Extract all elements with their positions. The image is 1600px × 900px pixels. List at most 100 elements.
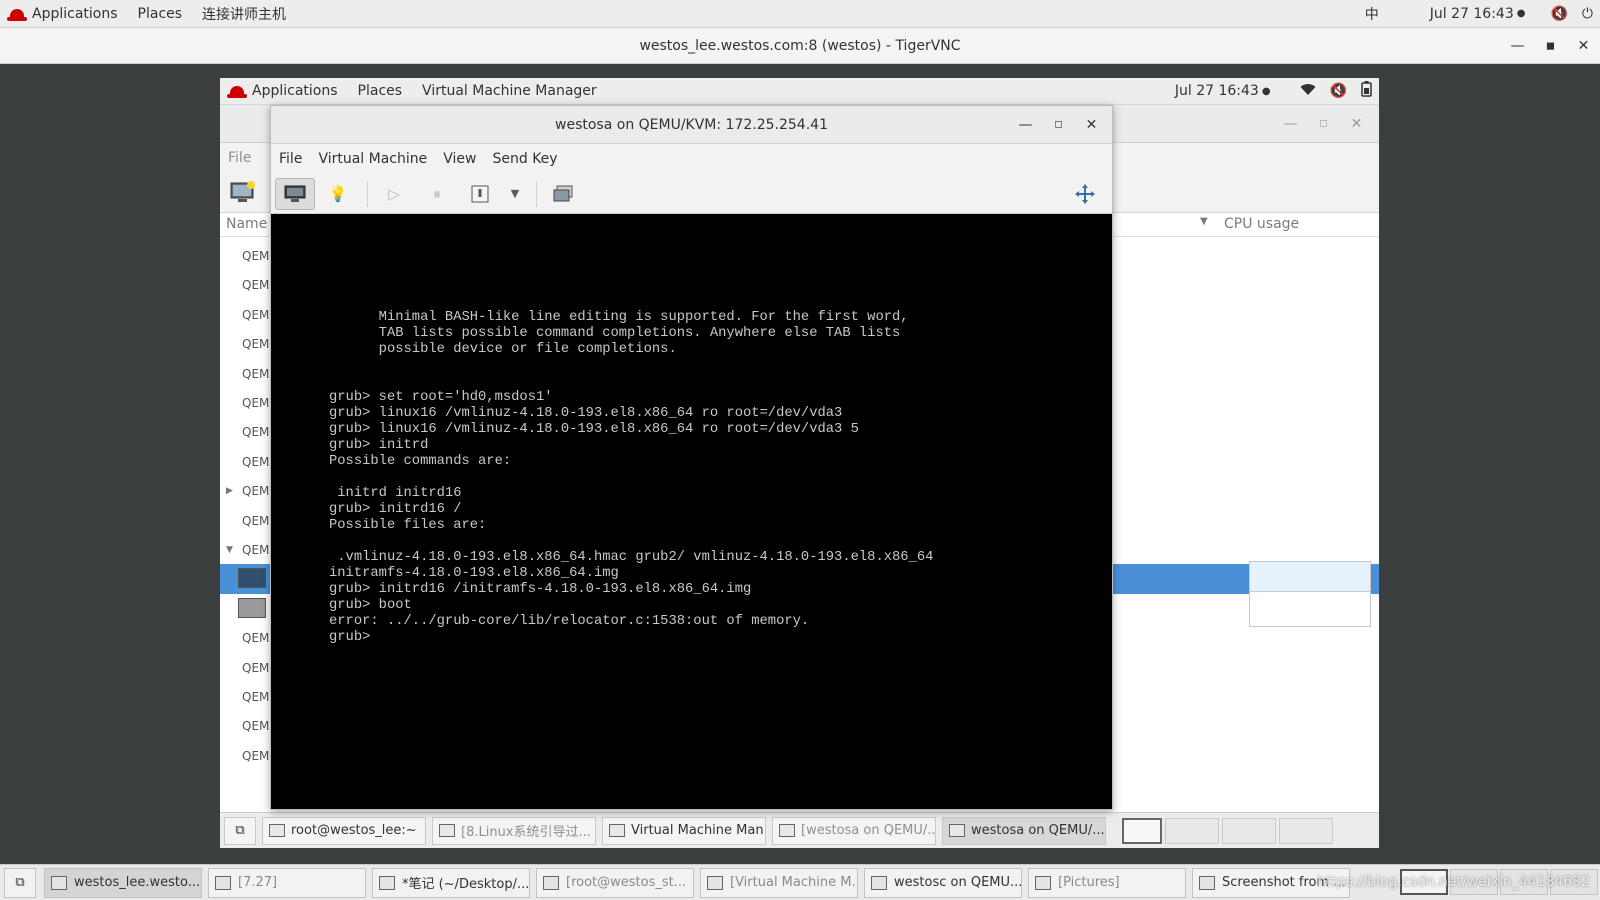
shutdown-button[interactable] bbox=[460, 178, 500, 210]
window-icon bbox=[51, 875, 67, 890]
pause-button[interactable]: ⏸ bbox=[417, 178, 457, 210]
menu-file[interactable]: File bbox=[271, 151, 310, 167]
vm-monitor-icon bbox=[238, 568, 266, 589]
vm-console-display[interactable]: Minimal BASH-like line editing is suppor… bbox=[271, 214, 1112, 809]
host-taskbar-button[interactable]: [Virtual Machine M... bbox=[700, 867, 858, 898]
play-icon: ▷ bbox=[388, 184, 400, 203]
run-button[interactable]: ▷ bbox=[374, 178, 414, 210]
host-clock[interactable]: Jul 27 16:43 ● bbox=[1426, 0, 1530, 27]
minimize-button[interactable]: — bbox=[1501, 28, 1534, 64]
virt-viewer-titlebar: westosa on QEMU/KVM: 172.25.254.41 — ◻ ✕ bbox=[271, 106, 1112, 144]
viewer-close-button[interactable]: ✕ bbox=[1075, 106, 1108, 144]
console-line: TAB lists possible command completions. … bbox=[329, 326, 901, 341]
vmm-cpu-column[interactable]: CPU usage bbox=[1224, 216, 1299, 232]
vnc-taskbar-label: root@westos_lee:~ bbox=[291, 823, 417, 838]
vnc-clock-text: Jul 27 16:43 bbox=[1174, 83, 1259, 99]
host-taskbar: ⧉ westos_lee.westo... [7.27] *笔记 (~/Deskto… bbox=[0, 864, 1600, 900]
vnc-taskbar-button[interactable]: [8.Linux系统引导过... bbox=[432, 816, 596, 845]
maximize-button[interactable]: ◼ bbox=[1534, 28, 1567, 64]
connect-teacher-host-menu[interactable]: 连接讲师主机 bbox=[192, 0, 296, 27]
window-icon bbox=[1199, 875, 1215, 890]
volume-muted-icon[interactable]: 🔇 bbox=[1543, 6, 1574, 22]
monitor-icon bbox=[284, 185, 306, 202]
vnc-applications-menu[interactable]: Applications bbox=[220, 78, 348, 104]
console-line: grub> initrd bbox=[329, 438, 429, 453]
vnc-workspace[interactable] bbox=[1222, 817, 1276, 844]
window-icon bbox=[779, 824, 795, 837]
vnc-taskbar-label: [8.Linux系统引导过... bbox=[461, 825, 591, 840]
power-off-icon bbox=[471, 185, 489, 202]
host-taskbar-button[interactable]: westos_lee.westo... bbox=[44, 867, 202, 898]
console-line: grub> linux16 /vmlinuz-4.18.0-193.el8.x8… bbox=[329, 406, 843, 421]
vnc-taskbar-button[interactable]: Virtual Machine Man... bbox=[602, 816, 766, 845]
vnc-volume-muted-icon[interactable]: 🔇 bbox=[1323, 83, 1354, 99]
wifi-icon[interactable] bbox=[1293, 83, 1323, 100]
host-taskbar-button[interactable]: [7.27] bbox=[208, 867, 366, 898]
host-taskbar-button[interactable]: westosc on QEMU... bbox=[864, 867, 1022, 898]
tigervnc-window-title: westos_lee.westos.com:8 (westos) - Tiger… bbox=[639, 38, 961, 54]
power-icon[interactable]: ⏻ bbox=[1575, 6, 1600, 22]
host-taskbar-label: westos_lee.westo... bbox=[74, 875, 201, 890]
menu-virtual-machine[interactable]: Virtual Machine bbox=[310, 151, 435, 167]
vnc-show-desktop-icon[interactable]: ⧉ bbox=[224, 816, 256, 845]
virt-viewer-window: westosa on QEMU/KVM: 172.25.254.41 — ◻ ✕… bbox=[270, 105, 1113, 810]
vnc-workspace[interactable] bbox=[1122, 817, 1162, 844]
vnc-workspace[interactable] bbox=[1279, 817, 1333, 844]
vm-monitor-icon bbox=[238, 597, 266, 618]
vnc-taskbar-button[interactable]: root@westos_lee:~ bbox=[262, 816, 426, 845]
viewer-maximize-button[interactable]: ◻ bbox=[1042, 106, 1075, 144]
host-taskbar-label: [Virtual Machine M... bbox=[730, 875, 858, 890]
console-line: Possible files are: bbox=[329, 518, 487, 533]
cpu-usage-graph bbox=[1249, 590, 1371, 627]
snapshot-icon bbox=[553, 185, 573, 201]
vnc-top-bar: Applications Places Virtual Machine Mana… bbox=[220, 78, 1379, 105]
host-taskbar-label: [7.27] bbox=[238, 875, 278, 890]
vmm-close-button[interactable]: ✕ bbox=[1340, 116, 1373, 132]
input-method-indicator[interactable]: 中 bbox=[1358, 4, 1386, 24]
vmm-name-column[interactable]: Name bbox=[226, 216, 267, 232]
vmm-file-menu[interactable]: File bbox=[220, 150, 259, 166]
expanded-arrow-icon[interactable]: ▼ bbox=[226, 535, 233, 565]
vnc-vmm-menu[interactable]: Virtual Machine Manager bbox=[412, 78, 607, 104]
vmm-maximize-button[interactable]: ◻ bbox=[1307, 118, 1340, 129]
viewer-minimize-button[interactable]: — bbox=[1009, 106, 1042, 144]
window-icon bbox=[543, 875, 559, 890]
console-line: grub> initrd16 / bbox=[329, 502, 462, 517]
console-line: grub> boot bbox=[329, 598, 412, 613]
console-line: grub> initrd16 /initramfs-4.18.0-193.el8… bbox=[329, 582, 752, 597]
host-taskbar-button[interactable]: *笔记 (~/Desktop/... bbox=[372, 867, 530, 898]
host-places-menu[interactable]: Places bbox=[128, 0, 193, 27]
window-icon bbox=[215, 875, 231, 890]
show-details-button[interactable]: 💡 bbox=[318, 178, 358, 210]
pause-icon: ⏸ bbox=[433, 184, 441, 203]
show-console-button[interactable] bbox=[275, 177, 315, 210]
vnc-taskbar-button[interactable]: [westosa on QEMU/... bbox=[772, 816, 936, 845]
host-taskbar-button[interactable]: [Pictures] bbox=[1028, 867, 1186, 898]
vnc-places-menu[interactable]: Places bbox=[348, 78, 413, 104]
battery-icon[interactable] bbox=[1354, 81, 1379, 101]
window-icon bbox=[269, 824, 285, 837]
shutdown-menu-dropdown[interactable]: ▼ bbox=[503, 178, 527, 210]
menu-view[interactable]: View bbox=[435, 151, 484, 167]
window-icon bbox=[1035, 875, 1051, 890]
fullscreen-arrows-icon bbox=[1075, 183, 1095, 204]
chevron-down-icon: ▼ bbox=[510, 187, 520, 200]
collapsed-arrow-icon[interactable]: ▶ bbox=[226, 476, 233, 506]
menu-send-key[interactable]: Send Key bbox=[484, 151, 565, 167]
vmm-column-dropdown-icon[interactable]: ▼ bbox=[1200, 216, 1208, 227]
vnc-workspace[interactable] bbox=[1165, 817, 1219, 844]
vnc-taskbar-button[interactable]: westosa on QEMU/... bbox=[942, 816, 1106, 845]
new-vm-icon[interactable] bbox=[230, 180, 256, 208]
host-taskbar-button[interactable]: [root@westos_st... bbox=[536, 867, 694, 898]
vnc-clock[interactable]: Jul 27 16:43 ● bbox=[1171, 78, 1275, 104]
resize-to-vm-button[interactable] bbox=[1065, 178, 1105, 210]
snapshots-button[interactable] bbox=[543, 178, 583, 210]
host-applications-menu[interactable]: Applications bbox=[0, 0, 128, 27]
host-show-desktop-icon[interactable]: ⧉ bbox=[4, 867, 36, 898]
vmm-minimize-button[interactable]: — bbox=[1274, 116, 1307, 132]
close-button[interactable]: ✕ bbox=[1567, 28, 1600, 64]
window-icon bbox=[707, 875, 723, 890]
